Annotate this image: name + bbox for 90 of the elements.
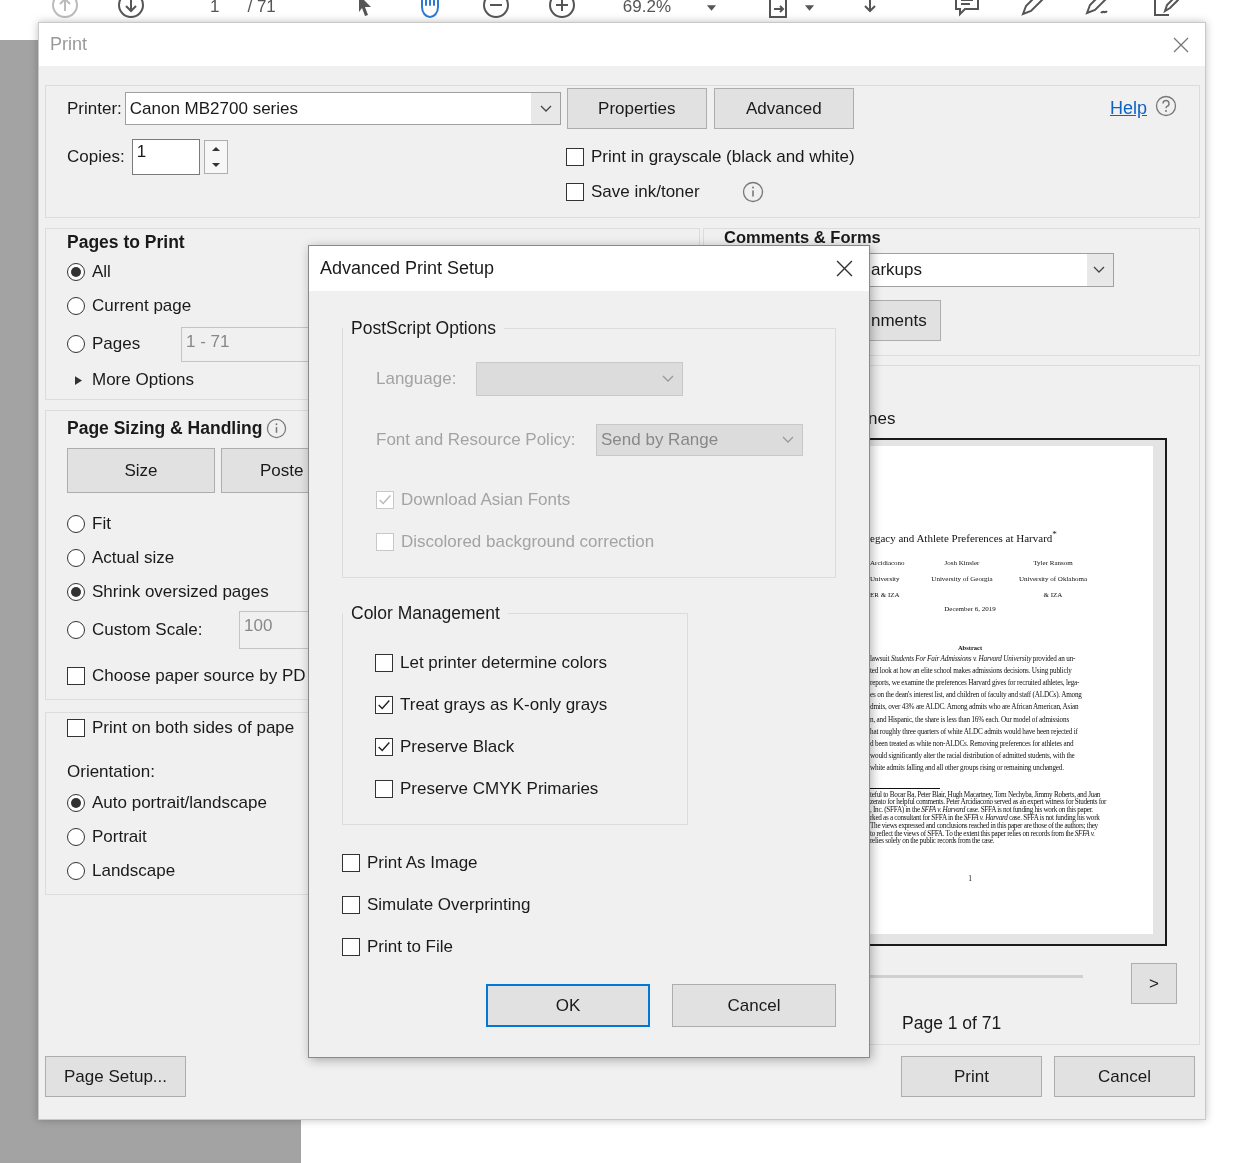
radio-label: Portrait [92,827,147,847]
checkbox-label: Print As Image [367,853,478,873]
radio-button[interactable] [67,515,85,533]
sizing-mode-button[interactable]: Size [67,448,215,493]
help-link[interactable]: Help [1109,98,1147,119]
comment-icon[interactable] [953,0,982,19]
checkbox[interactable] [566,183,584,201]
language-label: Language: [376,369,458,389]
checkbox-label: Simulate Overprinting [367,895,531,915]
info-icon[interactable] [266,417,288,439]
radio-label: All [92,262,111,282]
checkbox-label: Download Asian Fonts [401,490,571,510]
radio-button[interactable] [67,828,85,846]
checkbox-label: Print to File [367,937,453,957]
radio-label: Shrink oversized pages [92,582,269,602]
info-icon[interactable] [741,181,764,203]
dialog-button[interactable]: Advanced [713,88,854,129]
radio-button[interactable] [67,549,85,567]
section-heading: Comments & Forms [723,230,882,244]
checkbox-label: Preserve CMYK Primaries [400,779,599,799]
checkbox[interactable] [67,719,85,737]
chevron-icon [539,104,552,113]
group-title: PostScript Options [350,317,497,340]
radio-button[interactable] [67,335,85,353]
spinner[interactable] [203,140,228,174]
checkbox[interactable] [566,148,584,166]
checkbox[interactable] [375,780,393,798]
section-heading: Pages to Print [66,230,186,254]
radio-label: Actual size [92,548,175,568]
policy-label: Font and Resource Policy: [376,430,577,450]
printer-dropdown[interactable]: Canon MB2700 series [124,92,561,125]
radio-label: Fit [92,514,111,534]
cancel-button[interactable]: Cancel [672,984,836,1027]
radio-button[interactable] [67,862,85,880]
radio-label: Custom Scale: [92,620,204,640]
chevron-icon [662,375,674,383]
checkbox[interactable] [375,738,393,756]
caret-icon[interactable] [706,4,718,12]
checkbox-label: Let printer determine colors [400,653,607,673]
checkbox[interactable] [375,654,393,672]
next-page-button[interactable]: > [1131,963,1177,1004]
section-heading: Page Sizing & Handling [67,417,263,439]
checkbox-label: Print on both sides of pape [92,718,295,738]
printer-label: Printer: [67,98,122,119]
checkbox[interactable] [67,667,85,685]
zoom-in-icon[interactable] [547,0,576,19]
copies-field[interactable]: 1 [131,139,200,175]
edit-icon[interactable] [1151,0,1180,19]
checkbox-label: Print in grayscale (black and white) [591,147,855,167]
chevron-icon [782,436,794,444]
checkbox[interactable] [342,938,360,956]
page-count: Page 1 of 71 [901,1011,1003,1035]
radio-label: Auto portrait/landscape [92,793,267,813]
radio-button[interactable] [67,263,85,281]
document-title: egacy and Athlete Preferences at Harvard$^{*}$ [870,528,1058,545]
page-total: / 71 [247,0,276,15]
ok-button[interactable]: OK [486,984,650,1027]
more-options-toggle[interactable]: More Options [92,370,195,390]
checkbox-label: Choose paper source by PD [92,666,306,686]
page-setup-button[interactable]: Page Setup... [45,1056,186,1097]
radio-button[interactable] [67,794,85,812]
caret-icon[interactable] [804,4,816,12]
copies-label: Copies: [67,147,125,167]
checkbox[interactable] [342,854,360,872]
radio-label: Landscape [92,861,176,881]
group-title: Color Management [350,602,501,625]
checkbox-label: Discolored background correction [401,532,655,552]
zoom-out-icon[interactable] [481,0,510,19]
checkbox[interactable] [375,696,393,714]
checkbox[interactable] [342,896,360,914]
cancel-button[interactable]: Cancel [1054,1056,1195,1097]
radio-button[interactable] [67,583,85,601]
orientation-label: Orientation: [66,760,156,783]
checkbox-label: Treat grays as K-only grays [400,695,608,715]
window-title: Print [50,34,87,55]
checkbox-label: Preserve Black [400,737,515,757]
chevron-icon [1093,266,1105,274]
dialog-button[interactable]: Properties [566,88,707,129]
dialog-title: Advanced Print Setup [320,258,495,279]
radio-button[interactable] [67,621,85,639]
radio-label: Pages [92,334,142,354]
radio-label: Current page [92,296,192,316]
checkbox-label: Save ink/toner [591,182,700,202]
zoom-level[interactable]: 69.2% [622,0,672,15]
print-button[interactable]: Print [901,1056,1042,1097]
help-icon[interactable] [1155,94,1177,117]
page-number[interactable]: 1 [210,0,220,15]
close-icon[interactable] [836,260,853,277]
radio-button[interactable] [67,297,85,315]
expand-triangle-icon[interactable] [75,375,82,385]
